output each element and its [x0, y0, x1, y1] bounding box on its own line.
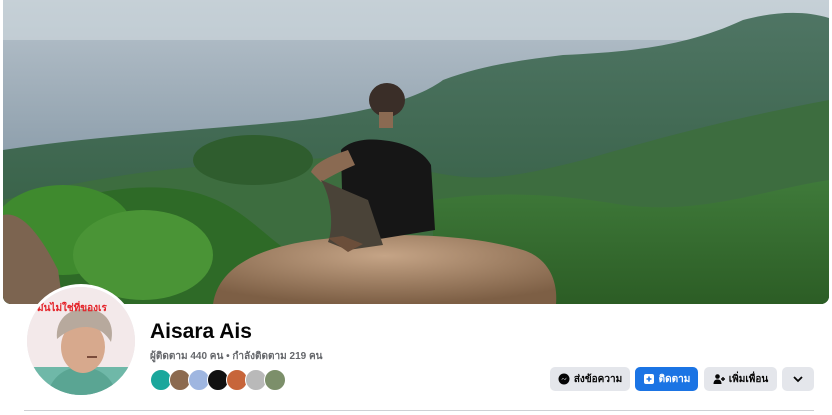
follow-button-label: ติดตาม	[658, 373, 691, 385]
follower-stats[interactable]: ผู้ติดตาม 440 คน • กำลังติดตาม 219 คน	[150, 349, 323, 364]
header-divider	[24, 410, 814, 411]
add-friend-button-label: เพิ่มเพื่อน	[728, 373, 769, 385]
message-button[interactable]: ส่งข้อความ	[550, 367, 630, 391]
add-friend-icon	[713, 373, 725, 385]
follow-plus-icon	[643, 373, 655, 385]
messenger-icon	[558, 373, 570, 385]
profile-name[interactable]: Aisara Ais	[150, 320, 252, 344]
more-options-button[interactable]	[782, 367, 814, 391]
avatar-caption: มันไม่ใช่ที่ของเร	[37, 303, 107, 314]
add-friend-button[interactable]: เพิ่มเพื่อน	[704, 367, 777, 391]
follow-button[interactable]: ติดตาม	[635, 367, 698, 391]
mutual-friends-list	[150, 369, 286, 391]
mutual-friend-avatar[interactable]	[264, 369, 286, 391]
chevron-down-icon	[793, 375, 803, 383]
cover-photo-image	[3, 0, 829, 304]
profile-avatar[interactable]: มันไม่ใช่ที่ของเร	[24, 284, 138, 398]
message-button-label: ส่งข้อความ	[573, 373, 623, 385]
cover-photo[interactable]	[3, 0, 829, 304]
